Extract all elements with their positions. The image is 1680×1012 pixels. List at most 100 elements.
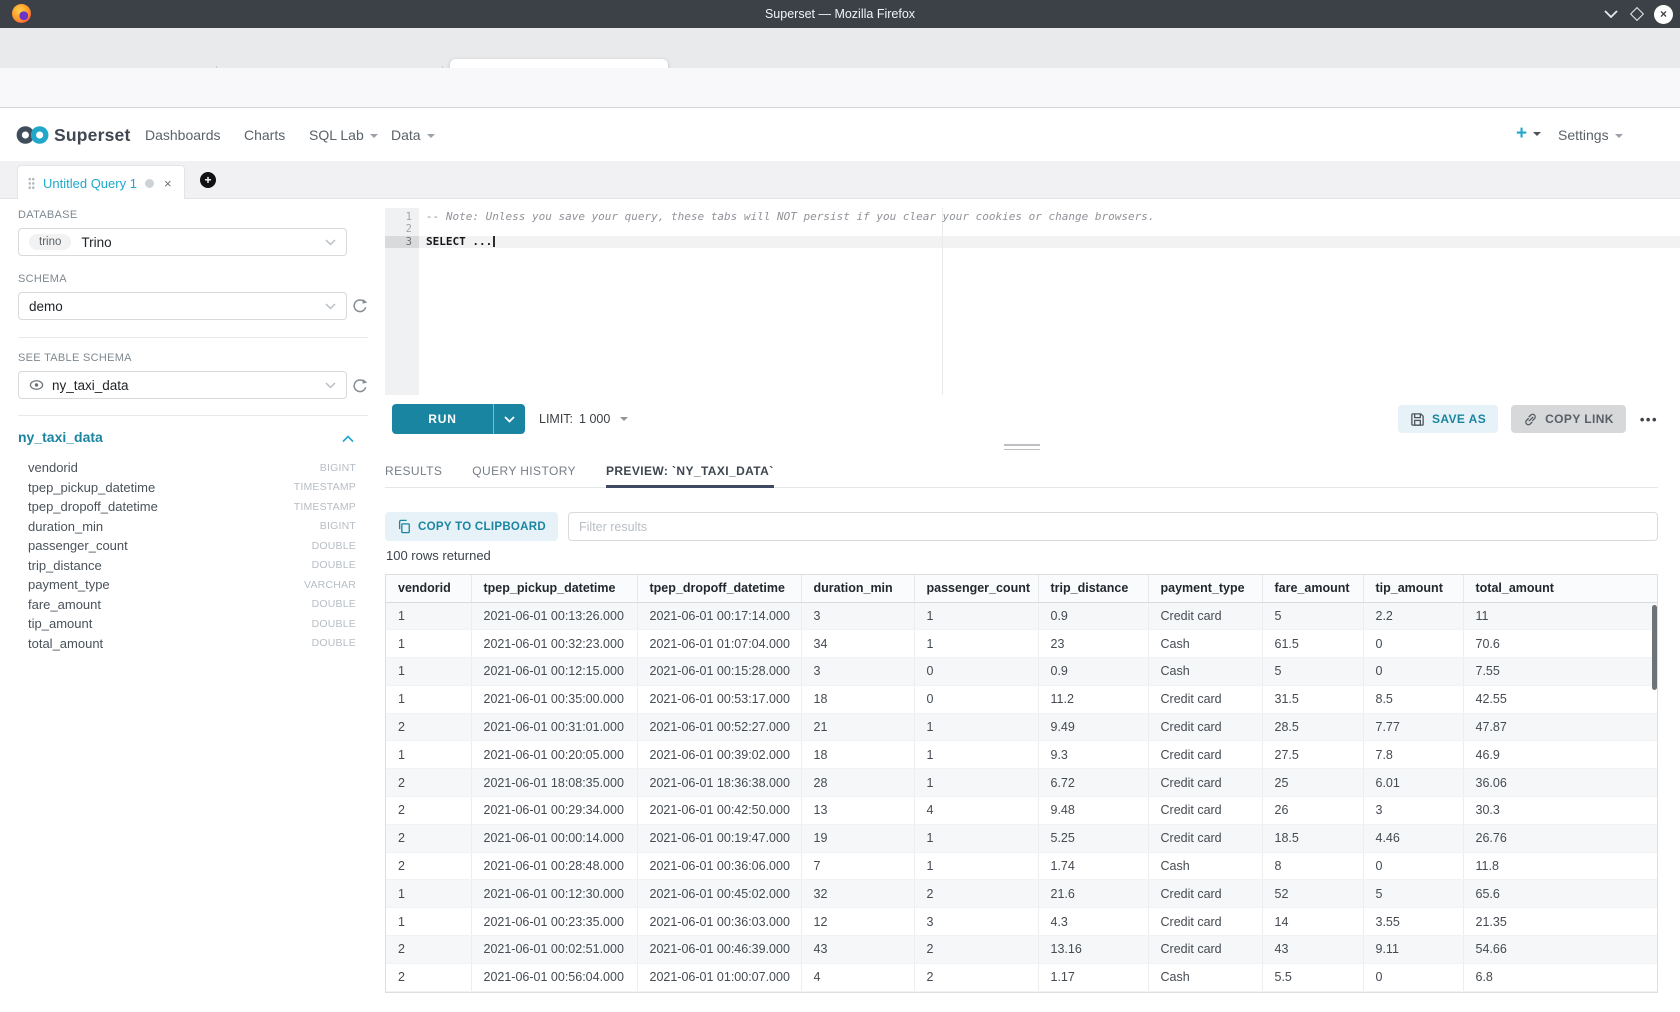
column-header[interactable]: payment_type bbox=[1148, 575, 1262, 602]
run-toolbar: RUN LIMIT: 1 000 SAVE AS bbox=[392, 404, 1658, 434]
column-header[interactable]: total_amount bbox=[1463, 575, 1657, 602]
table-select[interactable]: ny_taxi_data bbox=[18, 371, 347, 399]
superset-brand[interactable]: Superset bbox=[54, 109, 131, 161]
column-name: tpep_pickup_datetime bbox=[28, 480, 155, 495]
column-header[interactable]: tpep_dropoff_datetime bbox=[637, 575, 801, 602]
window-title: Superset — Mozilla Firefox bbox=[0, 0, 1680, 28]
column-type: DOUBLE bbox=[312, 598, 356, 610]
sql-editor[interactable]: 1 2 3 -- Note: Unless you save your quer… bbox=[385, 208, 1680, 395]
table-row: 12021-06-01 00:20:05.000 2021-06-01 00:3… bbox=[386, 741, 1657, 769]
table-scrollbar-thumb[interactable] bbox=[1652, 605, 1657, 690]
column-name: payment_type bbox=[28, 577, 110, 592]
table-row: 22021-06-01 00:56:04.000 2021-06-01 01:0… bbox=[386, 963, 1657, 991]
superset-logo-icon[interactable] bbox=[14, 124, 52, 146]
chevron-down-icon bbox=[325, 239, 336, 246]
splitter-handle-icon[interactable] bbox=[1004, 441, 1040, 450]
database-label: DATABASE bbox=[18, 209, 77, 221]
browser-tabstrip: MinIO Console × Cluster Overview - Trino… bbox=[0, 28, 1680, 68]
schema-value: demo bbox=[29, 299, 63, 314]
column-header[interactable]: duration_min bbox=[801, 575, 914, 602]
table-schema-title[interactable]: ny_taxi_data bbox=[18, 429, 103, 445]
schema-select[interactable]: demo bbox=[18, 292, 347, 320]
copy-to-clipboard-button[interactable]: COPY TO CLIPBOARD bbox=[385, 512, 558, 541]
window-close-button[interactable]: × bbox=[1654, 0, 1673, 28]
text-cursor bbox=[493, 236, 495, 247]
database-value: Trino bbox=[81, 235, 111, 250]
limit-dropdown[interactable]: LIMIT: 1 000 bbox=[539, 412, 628, 426]
table-row: 22021-06-01 18:08:35.000 2021-06-01 18:3… bbox=[386, 769, 1657, 797]
active-line-highlight bbox=[419, 236, 1680, 248]
column-name: passenger_count bbox=[28, 538, 128, 553]
column-name: vendorid bbox=[28, 460, 78, 475]
link-icon bbox=[1523, 412, 1538, 427]
refresh-schema-icon[interactable] bbox=[352, 298, 368, 314]
firefox-window: Superset — Mozilla Firefox × MinIO Conso… bbox=[0, 0, 1680, 1012]
table-row: 22021-06-01 00:29:34.000 2021-06-01 00:4… bbox=[386, 797, 1657, 825]
chevron-down-icon bbox=[325, 382, 336, 389]
column-header[interactable]: fare_amount bbox=[1262, 575, 1363, 602]
table-row: 22021-06-01 00:00:14.000 2021-06-01 00:1… bbox=[386, 824, 1657, 852]
browser-toolbar: 172.18.0.4:32295/superset/sqllab/ 90% ☆ bbox=[0, 68, 1680, 108]
column-type: TIMESTAMP bbox=[294, 501, 356, 513]
chevron-down-icon bbox=[427, 134, 435, 138]
nav-item-data[interactable]: Data bbox=[391, 109, 435, 161]
window-minimize-button[interactable] bbox=[1604, 0, 1618, 28]
column-header[interactable]: trip_distance bbox=[1038, 575, 1148, 602]
tab-query-history[interactable]: QUERY HISTORY bbox=[472, 455, 576, 487]
table-row: 12021-06-01 00:23:35.000 2021-06-01 00:3… bbox=[386, 908, 1657, 936]
column-name: tip_amount bbox=[28, 616, 92, 631]
save-as-button[interactable]: SAVE AS bbox=[1398, 405, 1498, 433]
tab-results[interactable]: RESULTS bbox=[385, 455, 442, 487]
table-columns-list: vendorid BIGINT tpep_pickup_datetime TIM… bbox=[28, 458, 356, 653]
table-row: 22021-06-01 00:28:48.000 2021-06-01 00:3… bbox=[386, 852, 1657, 880]
chevron-down-icon bbox=[1533, 132, 1541, 136]
table-row: 12021-06-01 00:13:26.000 2021-06-01 00:1… bbox=[386, 602, 1657, 630]
nav-item-sql-lab[interactable]: SQL Lab bbox=[309, 109, 378, 161]
pane-splitter[interactable] bbox=[385, 441, 1658, 451]
column-type: DOUBLE bbox=[312, 559, 356, 571]
drag-grip-icon[interactable] bbox=[28, 177, 35, 190]
column-header[interactable]: tpep_pickup_datetime bbox=[471, 575, 637, 602]
nav-item-charts[interactable]: Charts bbox=[244, 109, 285, 161]
nav-item-dashboards[interactable]: Dashboards bbox=[145, 109, 221, 161]
more-actions-button[interactable]: ••• bbox=[1640, 412, 1658, 427]
sqllab-sidebar: DATABASE trino Trino SCHEMA demo SEE TAB… bbox=[0, 199, 385, 1012]
copy-link-button[interactable]: COPY LINK bbox=[1511, 405, 1626, 433]
table-column-row: fare_amount DOUBLE bbox=[28, 595, 356, 615]
table-column-row: tpep_dropoff_datetime TIMESTAMP bbox=[28, 497, 356, 517]
run-button[interactable]: RUN bbox=[392, 404, 525, 434]
database-select[interactable]: trino Trino bbox=[18, 228, 347, 256]
table-row: 12021-06-01 00:12:15.000 2021-06-01 00:1… bbox=[386, 658, 1657, 686]
column-name: trip_distance bbox=[28, 558, 102, 573]
run-options-chevron[interactable] bbox=[493, 404, 525, 434]
table-column-row: passenger_count DOUBLE bbox=[28, 536, 356, 556]
column-name: total_amount bbox=[28, 636, 103, 651]
column-header[interactable]: vendorid bbox=[386, 575, 471, 602]
column-header[interactable]: passenger_count bbox=[914, 575, 1038, 602]
query-status-dot bbox=[145, 179, 154, 188]
copy-icon bbox=[397, 519, 411, 534]
table-column-row: tip_amount DOUBLE bbox=[28, 614, 356, 634]
refresh-table-icon[interactable] bbox=[352, 378, 368, 394]
filter-results-input[interactable] bbox=[568, 512, 1658, 541]
query-tab-untitled[interactable]: Untitled Query 1 × bbox=[17, 165, 185, 200]
table-column-row: payment_type VARCHAR bbox=[28, 575, 356, 595]
chevron-down-icon bbox=[620, 417, 628, 421]
column-name: duration_min bbox=[28, 519, 103, 534]
nav-item-settings[interactable]: Settings bbox=[1558, 109, 1623, 161]
table-row: 22021-06-01 00:31:01.000 2021-06-01 00:5… bbox=[386, 713, 1657, 741]
chevron-down-icon bbox=[370, 134, 378, 138]
window-maximize-button[interactable] bbox=[1632, 0, 1642, 28]
query-tab-close-icon[interactable]: × bbox=[164, 176, 172, 191]
divider bbox=[18, 415, 368, 416]
tab-preview-ny-taxi-data[interactable]: PREVIEW: `NY_TAXI_DATA` bbox=[606, 455, 774, 487]
add-query-tab-button[interactable]: + bbox=[200, 172, 216, 188]
collapse-chevron-up-icon[interactable] bbox=[342, 435, 354, 443]
database-type-pill: trino bbox=[29, 234, 71, 250]
row-count-text: 100 rows returned bbox=[386, 548, 491, 563]
table-column-row: total_amount DOUBLE bbox=[28, 634, 356, 654]
table-row: 12021-06-01 00:32:23.000 2021-06-01 01:0… bbox=[386, 630, 1657, 658]
add-new-button[interactable]: + bbox=[1516, 109, 1541, 159]
table-column-row: vendorid BIGINT bbox=[28, 458, 356, 478]
column-header[interactable]: tip_amount bbox=[1363, 575, 1463, 602]
